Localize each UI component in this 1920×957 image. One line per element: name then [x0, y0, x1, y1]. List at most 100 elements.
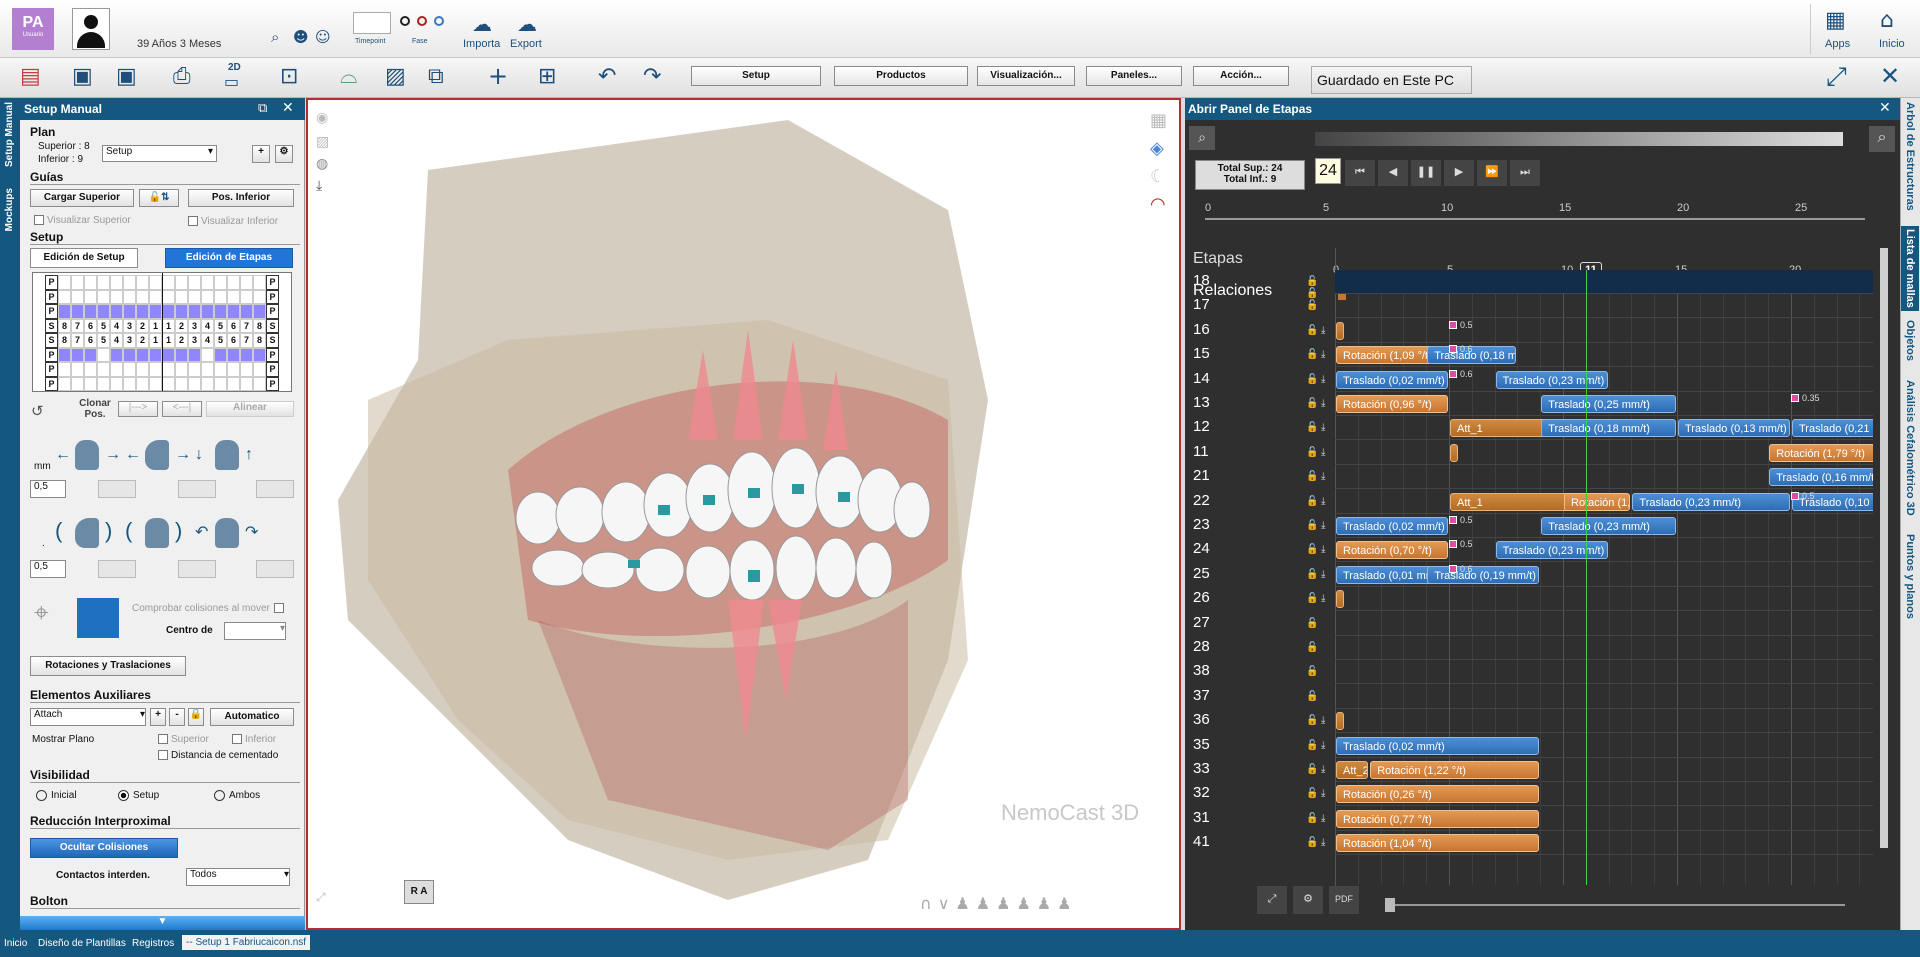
tooth-cell[interactable] — [240, 275, 253, 290]
tooth-cell[interactable] — [214, 289, 227, 304]
tooth-cell[interactable] — [162, 304, 175, 319]
fase-dot-black[interactable] — [400, 16, 410, 26]
inicio-label[interactable]: Inicio — [1879, 38, 1905, 50]
tooth-cell[interactable] — [188, 289, 201, 304]
tooth-cell[interactable] — [201, 347, 214, 362]
tooth-cell[interactable]: 6 — [227, 318, 240, 333]
tooth-cell[interactable] — [162, 347, 175, 362]
layout-icon[interactable]: ⊞ — [538, 64, 556, 89]
tooth-cell[interactable]: 3 — [123, 333, 136, 348]
vertical-scrollbar[interactable] — [1880, 248, 1888, 848]
pause-icon[interactable]: ❚❚ — [1411, 160, 1441, 186]
stage-row[interactable] — [1335, 636, 1873, 660]
tooth-cell[interactable]: 5 — [97, 333, 110, 348]
stage-row[interactable] — [1335, 319, 1873, 343]
movement-bar[interactable]: Att_2 — [1336, 761, 1369, 779]
camera-icon[interactable]: ◉ — [316, 110, 328, 126]
tooth-cell[interactable] — [71, 347, 84, 362]
relaciones-lock-icon[interactable]: 🔓 — [1306, 288, 1318, 299]
stage-row[interactable] — [1335, 685, 1873, 709]
tooth-cell[interactable] — [240, 304, 253, 319]
tooth-cell[interactable] — [110, 275, 123, 290]
unlock-icon[interactable]: 🔓 — [1306, 544, 1318, 555]
movement-bar[interactable]: Traslado (0,23 mm/t) — [1495, 541, 1608, 560]
setup-button[interactable]: Setup — [691, 66, 821, 86]
download-row-icon[interactable]: ⤓ — [1321, 764, 1331, 775]
tooth-cell[interactable] — [149, 275, 162, 290]
tooth-cell[interactable]: 4 — [110, 318, 123, 333]
tooth-cell[interactable]: 3 — [123, 318, 136, 333]
orientation-cube[interactable]: R A — [404, 880, 434, 904]
unlock-icon[interactable]: 🔓 — [1306, 325, 1318, 336]
tooth-cell[interactable] — [123, 289, 136, 304]
tooth-cell[interactable]: 4 — [201, 318, 214, 333]
rotate-tools[interactable]: ( ) ( ) ↶ ↷ — [50, 514, 304, 554]
download-row-icon[interactable]: ⤓ — [1321, 569, 1331, 580]
tooth-cell[interactable]: 3 — [188, 333, 201, 348]
moon-icon[interactable]: ☾ — [1150, 166, 1166, 187]
tooth-cell[interactable]: 4 — [201, 333, 214, 348]
download-row-icon[interactable]: ⤓ — [1321, 813, 1331, 824]
prev-stage-icon[interactable]: ◀ — [1378, 160, 1408, 186]
edicion-setup-tab[interactable]: Edición de Setup — [30, 248, 138, 268]
tooth-cell[interactable] — [84, 347, 97, 362]
tooth-cell[interactable] — [175, 362, 188, 377]
ipr-marker[interactable] — [1791, 394, 1799, 402]
tooth-cell[interactable] — [162, 289, 175, 304]
tooth-cell[interactable] — [123, 347, 136, 362]
stage-row[interactable] — [1335, 270, 1873, 294]
translate-tools[interactable]: ← → ← → ↓ ↑ — [50, 436, 304, 476]
tooth-cell[interactable] — [175, 376, 188, 391]
ruler-icon[interactable]: ▭ — [224, 72, 239, 91]
unlock-icon[interactable]: 🔓 — [1306, 422, 1318, 433]
tab-puntos[interactable]: Puntos y planos — [1904, 534, 1916, 619]
tooth-cell[interactable]: 1 — [162, 318, 175, 333]
reset-icon[interactable]: ↺ — [31, 402, 44, 420]
tooth-cell[interactable] — [136, 275, 149, 290]
plano-sup-check[interactable]: Superior — [158, 734, 209, 745]
tooth-cell[interactable]: 7 — [71, 333, 84, 348]
movement-bar[interactable]: Traslado (0,02 mm/t) — [1336, 736, 1540, 755]
tooth-cell[interactable] — [136, 289, 149, 304]
download-row-icon[interactable]: ⤓ — [1321, 715, 1331, 726]
lock-sort-button[interactable]: 🔓⇅ — [139, 189, 179, 207]
apps-icon[interactable]: ▦ — [1825, 8, 1846, 33]
step2-input[interactable]: 0,5 — [30, 560, 66, 578]
movement-bar[interactable]: Rotación (1,04 °/t) — [1336, 834, 1540, 853]
tooth-cell[interactable] — [123, 376, 136, 391]
stage-grid[interactable]: Att_10.5Rotación (1,09 °/t)Traslado (0,1… — [1335, 270, 1873, 885]
next-stage-icon[interactable]: ▶ — [1444, 160, 1474, 186]
tooth-cell[interactable] — [227, 289, 240, 304]
tooth-cell[interactable] — [110, 362, 123, 377]
grid-row-label[interactable]: S — [45, 318, 58, 333]
vis-inferior-check[interactable]: Visualizar Inferior — [188, 216, 278, 227]
tooth-cell[interactable] — [149, 347, 162, 362]
tooth-cell[interactable]: 7 — [240, 318, 253, 333]
movement-bar[interactable]: Traslado (0,02 mm/t) — [1336, 370, 1448, 389]
unlock-icon[interactable]: 🔓 — [1306, 398, 1318, 409]
tooth-cell[interactable] — [175, 289, 188, 304]
tab-registros[interactable]: Registros — [132, 938, 174, 949]
accion-button[interactable]: Acción... — [1193, 66, 1289, 86]
grid-row-label[interactable]: S — [45, 333, 58, 348]
tooth-cell[interactable] — [149, 362, 162, 377]
tooth-cell[interactable]: 1 — [149, 318, 162, 333]
tooth-cell[interactable] — [136, 376, 149, 391]
paneles-button[interactable]: Paneles... — [1086, 66, 1182, 86]
tooth-cell[interactable] — [201, 376, 214, 391]
unlock-icon[interactable]: 🔓 — [1306, 618, 1318, 629]
patient-add-icon[interactable]: ☺ — [315, 28, 331, 46]
tooth-cell[interactable]: 3 — [188, 318, 201, 333]
last-stage-icon[interactable]: ⏭ — [1510, 160, 1540, 186]
grid-row-label[interactable]: P — [45, 376, 58, 391]
movement-bar[interactable]: Traslado (0,16 mm/t) — [1769, 468, 1873, 487]
tooth-cell[interactable] — [201, 304, 214, 319]
unlock-icon[interactable]: 🔓 — [1306, 642, 1318, 653]
current-stage[interactable]: 24 — [1315, 158, 1341, 184]
scroll-down-button[interactable]: ▼ — [20, 916, 305, 930]
tooth-cell[interactable] — [227, 362, 240, 377]
movement-bar[interactable]: Rotación (0,96 °/t) — [1336, 395, 1448, 413]
tooth-cell[interactable] — [188, 275, 201, 290]
tooth-cell[interactable] — [97, 275, 110, 290]
download-row-icon[interactable]: ⤓ — [1321, 788, 1331, 799]
